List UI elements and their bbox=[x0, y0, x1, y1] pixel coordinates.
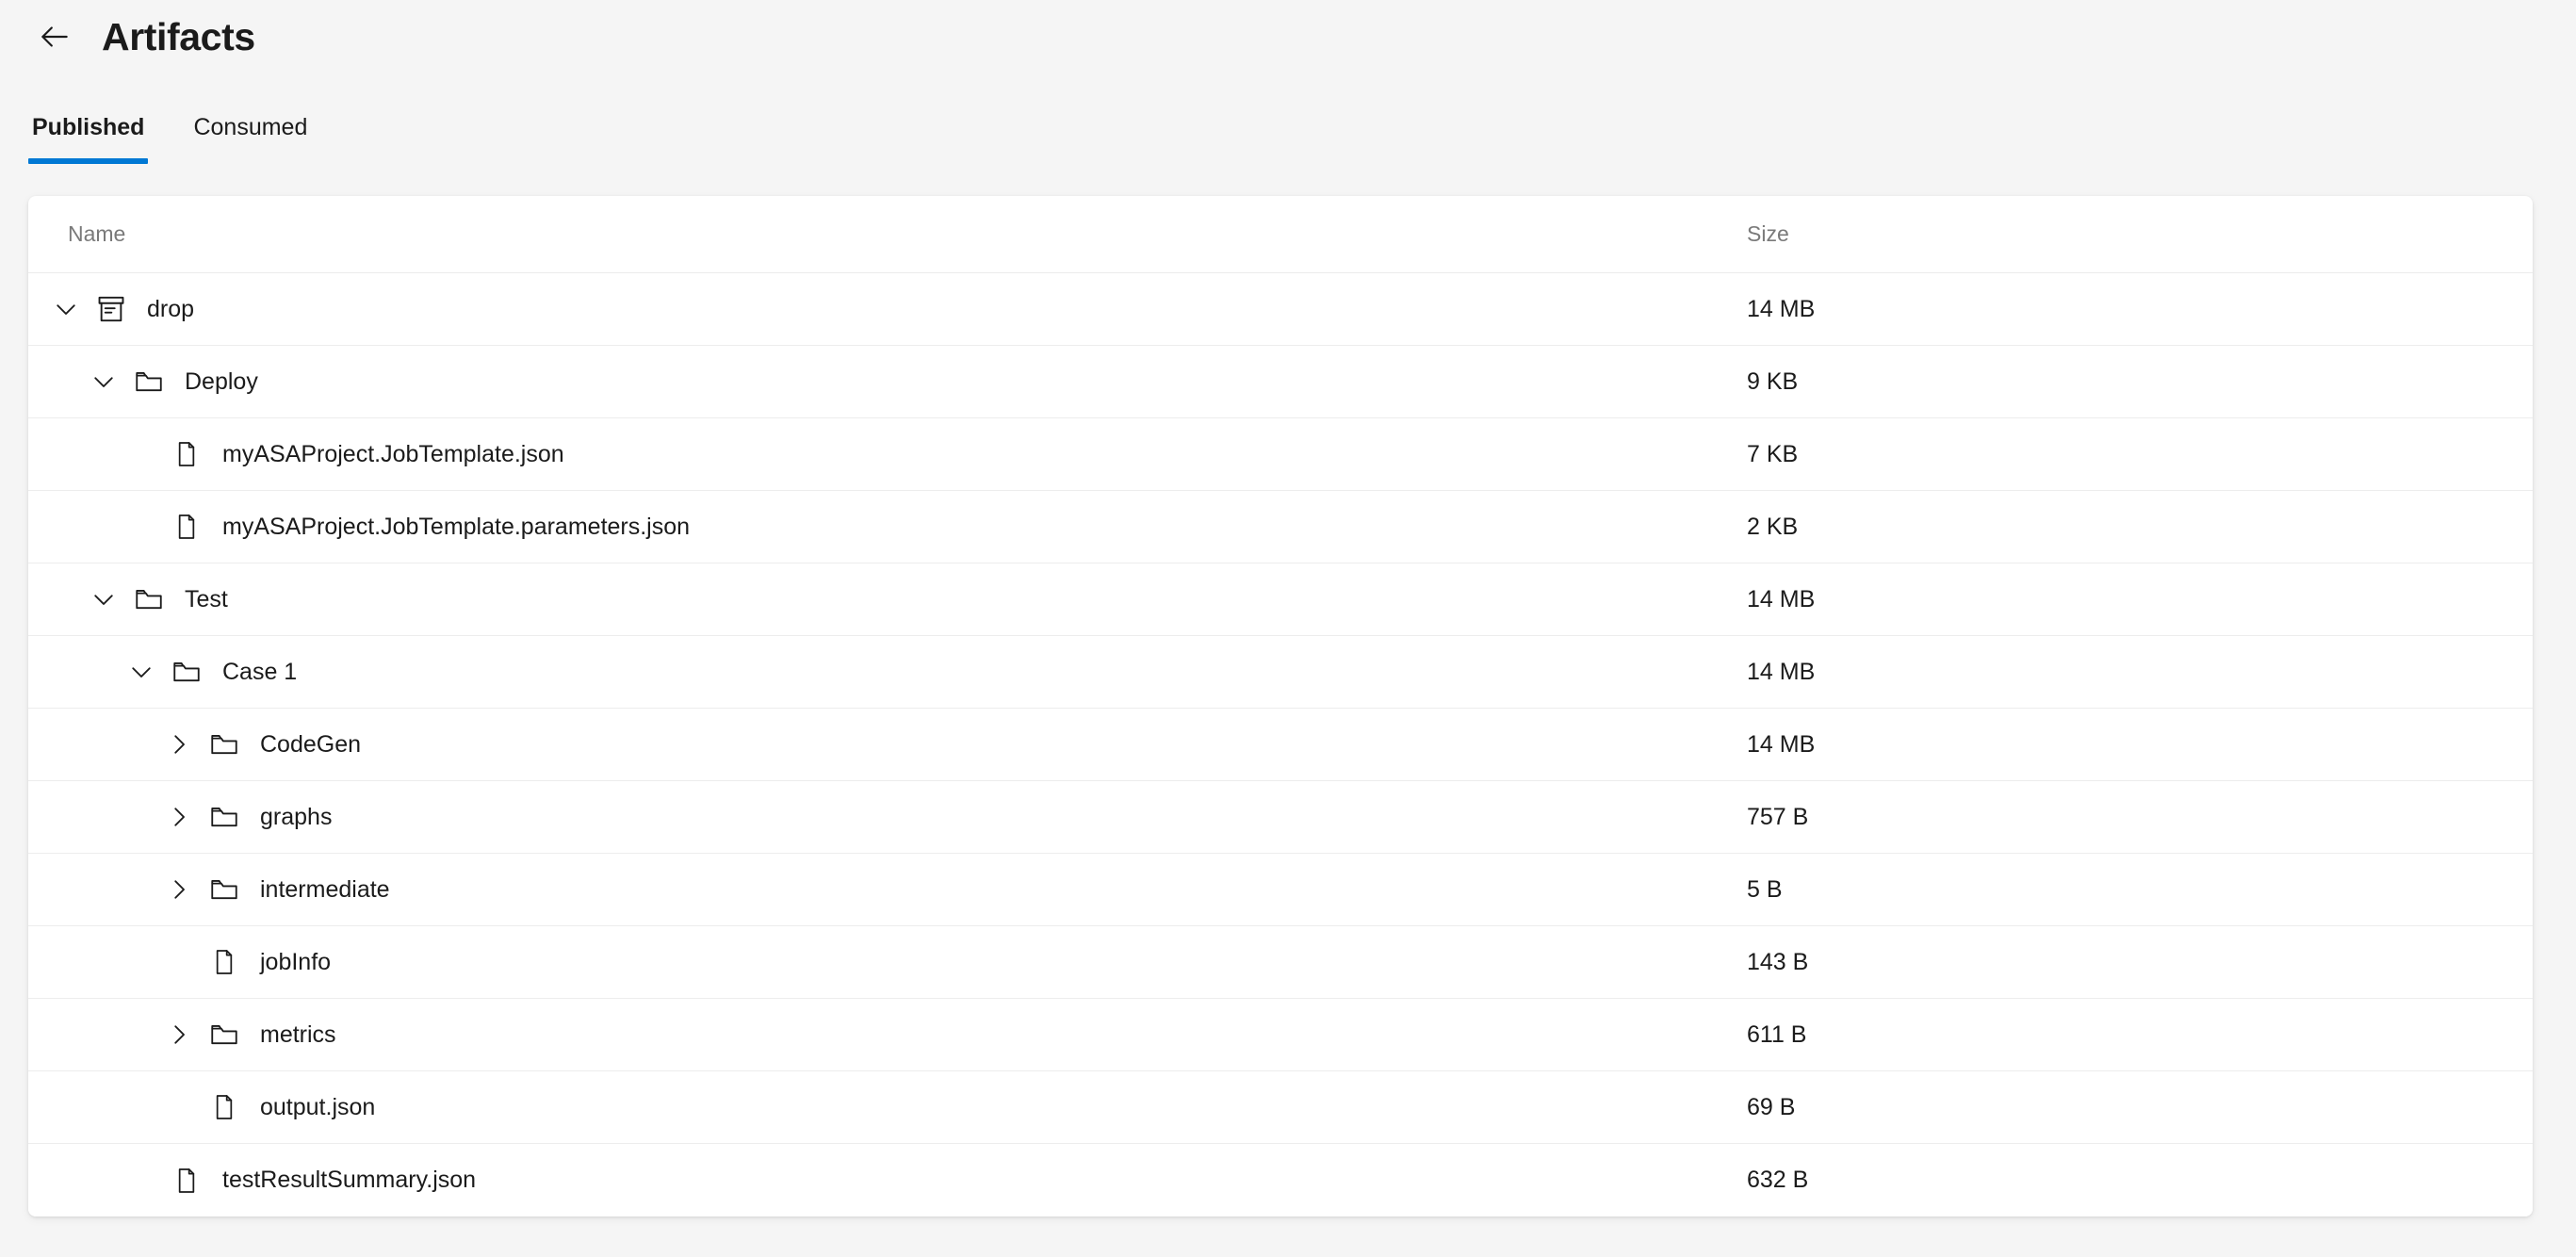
row-name-cell: testResultSummary.json bbox=[28, 1160, 1704, 1201]
row-name-label: Case 1 bbox=[222, 658, 298, 685]
row-name-cell: intermediate bbox=[28, 869, 1704, 910]
table-body: drop 14 MB Deploy 9 KB myASAProject.JobTempl… bbox=[28, 273, 2533, 1216]
row-size-value: 2 KB bbox=[1747, 513, 1799, 540]
row-name-label: Deploy bbox=[185, 367, 258, 395]
row-size-value: 632 B bbox=[1747, 1167, 1809, 1193]
row-size-value: 757 B bbox=[1747, 803, 1809, 830]
table-row[interactable]: drop 14 MB bbox=[28, 273, 2533, 346]
tab-published-label: Published bbox=[32, 114, 145, 140]
file-icon bbox=[168, 508, 205, 546]
row-size-value: 14 MB bbox=[1747, 585, 1816, 612]
tab-consumed[interactable]: Consumed bbox=[189, 116, 311, 164]
folder-icon bbox=[205, 871, 243, 908]
row-name-cell: graphs bbox=[28, 796, 1704, 838]
tab-consumed-label: Consumed bbox=[193, 114, 308, 140]
chevron-down-icon[interactable] bbox=[45, 288, 87, 330]
row-name-cell: Case 1 bbox=[28, 651, 1704, 693]
row-size-value: 14 MB bbox=[1747, 730, 1816, 758]
row-size-value: 143 B bbox=[1747, 948, 1809, 975]
table-header-row: Name Size bbox=[28, 196, 2533, 273]
row-name-label: myASAProject.JobTemplate.json bbox=[222, 440, 564, 467]
row-name-cell: Test bbox=[28, 579, 1704, 620]
folder-icon bbox=[205, 798, 243, 836]
table-row[interactable]: intermediate 5 B bbox=[28, 854, 2533, 926]
row-name-label: testResultSummary.json bbox=[222, 1167, 477, 1193]
file-icon bbox=[168, 435, 205, 473]
arrow-left-icon bbox=[37, 19, 73, 55]
folder-icon bbox=[130, 580, 168, 618]
chevron-down-icon[interactable] bbox=[83, 361, 124, 402]
row-size-value: 7 KB bbox=[1747, 440, 1799, 467]
file-icon bbox=[168, 1162, 205, 1200]
row-name-cell: metrics bbox=[28, 1014, 1704, 1055]
table-row[interactable]: graphs 757 B bbox=[28, 781, 2533, 854]
table-row[interactable]: testResultSummary.json 632 B bbox=[28, 1144, 2533, 1216]
column-header-size[interactable]: Size bbox=[1704, 223, 2533, 245]
row-name-label: CodeGen bbox=[260, 730, 362, 758]
table-row[interactable]: Test 14 MB bbox=[28, 563, 2533, 636]
row-size-value: 5 B bbox=[1747, 875, 1783, 903]
row-size-value: 9 KB bbox=[1747, 367, 1799, 395]
row-name-label: drop bbox=[147, 295, 195, 322]
archive-icon bbox=[92, 290, 130, 328]
folder-icon bbox=[205, 726, 243, 763]
tab-bar: Published Consumed bbox=[0, 73, 2576, 164]
row-name-cell: output.json bbox=[28, 1086, 1704, 1128]
chevron-right-icon[interactable] bbox=[158, 1014, 200, 1055]
table-row[interactable]: jobInfo 143 B bbox=[28, 926, 2533, 999]
row-size-value: 611 B bbox=[1747, 1020, 1807, 1048]
table-row[interactable]: output.json 69 B bbox=[28, 1071, 2533, 1144]
row-size-value: 14 MB bbox=[1747, 658, 1816, 685]
artifacts-page: Artifacts Published Consumed Name Size d… bbox=[0, 0, 2576, 1257]
row-name-cell: Deploy bbox=[28, 361, 1704, 402]
row-size-value: 14 MB bbox=[1747, 295, 1816, 322]
row-name-label: myASAProject.JobTemplate.parameters.json bbox=[222, 513, 691, 540]
column-header-name[interactable]: Name bbox=[28, 223, 1704, 245]
row-name-label: Test bbox=[185, 585, 228, 612]
folder-icon bbox=[168, 653, 205, 691]
page-title: Artifacts bbox=[102, 14, 255, 58]
folder-icon bbox=[130, 363, 168, 400]
row-size-value: 69 B bbox=[1747, 1093, 1796, 1120]
table-row[interactable]: Case 1 14 MB bbox=[28, 636, 2533, 709]
row-name-cell: drop bbox=[28, 288, 1704, 330]
table-row[interactable]: CodeGen 14 MB bbox=[28, 709, 2533, 781]
chevron-right-icon[interactable] bbox=[158, 724, 200, 765]
chevron-down-icon[interactable] bbox=[121, 651, 162, 693]
file-icon bbox=[205, 943, 243, 981]
file-icon bbox=[205, 1088, 243, 1126]
folder-icon bbox=[205, 1016, 243, 1053]
chevron-down-icon[interactable] bbox=[83, 579, 124, 620]
artifacts-table-card: Name Size drop 14 MB Deploy 9 KB myASAProjec… bbox=[28, 196, 2533, 1216]
row-name-label: metrics bbox=[260, 1020, 336, 1048]
tab-published[interactable]: Published bbox=[28, 114, 149, 164]
chevron-right-icon[interactable] bbox=[158, 796, 200, 838]
row-name-cell: myASAProject.JobTemplate.parameters.json bbox=[28, 506, 1704, 547]
row-name-label: jobInfo bbox=[260, 948, 332, 975]
table-row[interactable]: metrics 611 B bbox=[28, 999, 2533, 1071]
chevron-right-icon[interactable] bbox=[158, 869, 200, 910]
table-row[interactable]: myASAProject.JobTemplate.parameters.json… bbox=[28, 491, 2533, 563]
row-name-label: graphs bbox=[260, 803, 333, 830]
row-name-label: output.json bbox=[260, 1093, 376, 1120]
page-header: Artifacts bbox=[0, 0, 2576, 73]
row-name-cell: CodeGen bbox=[28, 724, 1704, 765]
row-name-label: intermediate bbox=[260, 875, 390, 903]
table-row[interactable]: Deploy 9 KB bbox=[28, 346, 2533, 418]
row-name-cell: jobInfo bbox=[28, 941, 1704, 983]
back-button[interactable] bbox=[28, 10, 81, 63]
row-name-cell: myASAProject.JobTemplate.json bbox=[28, 433, 1704, 475]
table-row[interactable]: myASAProject.JobTemplate.json 7 KB bbox=[28, 418, 2533, 491]
